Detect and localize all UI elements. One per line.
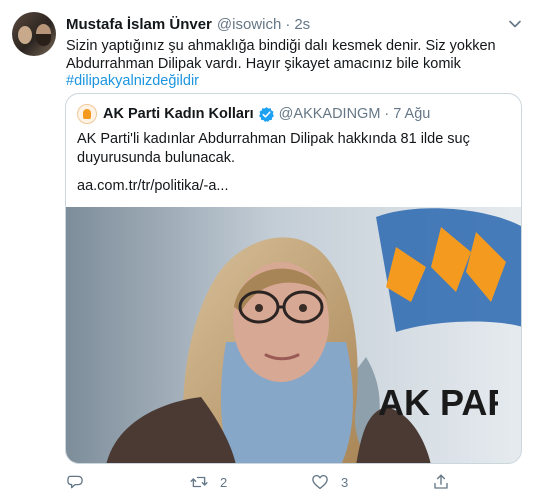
share-button[interactable]: [432, 472, 462, 492]
avatar-beard: [36, 34, 51, 46]
chevron-down-icon[interactable]: [507, 16, 523, 32]
avatar[interactable]: [12, 12, 56, 56]
tweet-time[interactable]: 2s: [294, 16, 310, 33]
photo-logo-text: AK PAR: [378, 383, 498, 423]
quote-author-name[interactable]: AK Parti Kadın Kolları: [103, 106, 254, 122]
svg-text:AK PAR: AK PAR: [378, 383, 498, 423]
retweet-icon: [190, 476, 208, 488]
retweet-button[interactable]: 2: [190, 472, 227, 492]
tweet-header: Mustafa İslam Ünver @isowich · 2s: [66, 14, 310, 34]
author-name[interactable]: Mustafa İslam Ünver: [66, 16, 212, 33]
quote-time[interactable]: 7 Ağu: [393, 106, 430, 122]
action-bar: 2 3: [66, 472, 466, 492]
reply-icon: [67, 475, 83, 489]
like-icon: [312, 474, 328, 490]
like-button[interactable]: 3: [311, 472, 348, 492]
verified-badge-icon: [258, 106, 274, 122]
like-count: 3: [341, 474, 349, 490]
share-icon: [434, 474, 448, 489]
tweet-body: Sizin yaptığınız şu ahmaklığa bindiği da…: [66, 38, 496, 72]
tweet[interactable]: Mustafa İslam Ünver @isowich · 2s Sizin …: [0, 0, 539, 499]
separator-dot: ·: [285, 15, 291, 33]
hashtag-link[interactable]: #dilipakyalnizdeğildir: [66, 73, 516, 91]
quote-author-handle[interactable]: @AKKADINGM: [279, 106, 381, 122]
author-handle[interactable]: @isowich: [217, 16, 281, 33]
retweet-count: 2: [220, 474, 228, 490]
quote-avatar[interactable]: [77, 104, 97, 124]
reply-button[interactable]: [66, 472, 96, 492]
quote-separator-dot: ·: [384, 106, 390, 122]
bulb-logo-icon: [83, 109, 91, 119]
quote-header: AK Parti Kadın Kolları @AKKADINGM · 7 Ağ…: [77, 104, 430, 124]
quoted-tweet[interactable]: AK Parti Kadın Kolları @AKKADINGM · 7 Ağ…: [65, 93, 522, 464]
photo-illustration: [66, 207, 521, 463]
avatar-face-left: [18, 26, 32, 44]
tweet-text: Sizin yaptığınız şu ahmaklığa bindiği da…: [66, 38, 516, 91]
quote-photo[interactable]: AK PAR: [66, 207, 521, 463]
quote-link[interactable]: aa.com.tr/tr/politika/-a...: [77, 178, 229, 194]
quote-text: AK Parti'li kadınlar Abdurrahman Dilipak…: [77, 131, 470, 166]
